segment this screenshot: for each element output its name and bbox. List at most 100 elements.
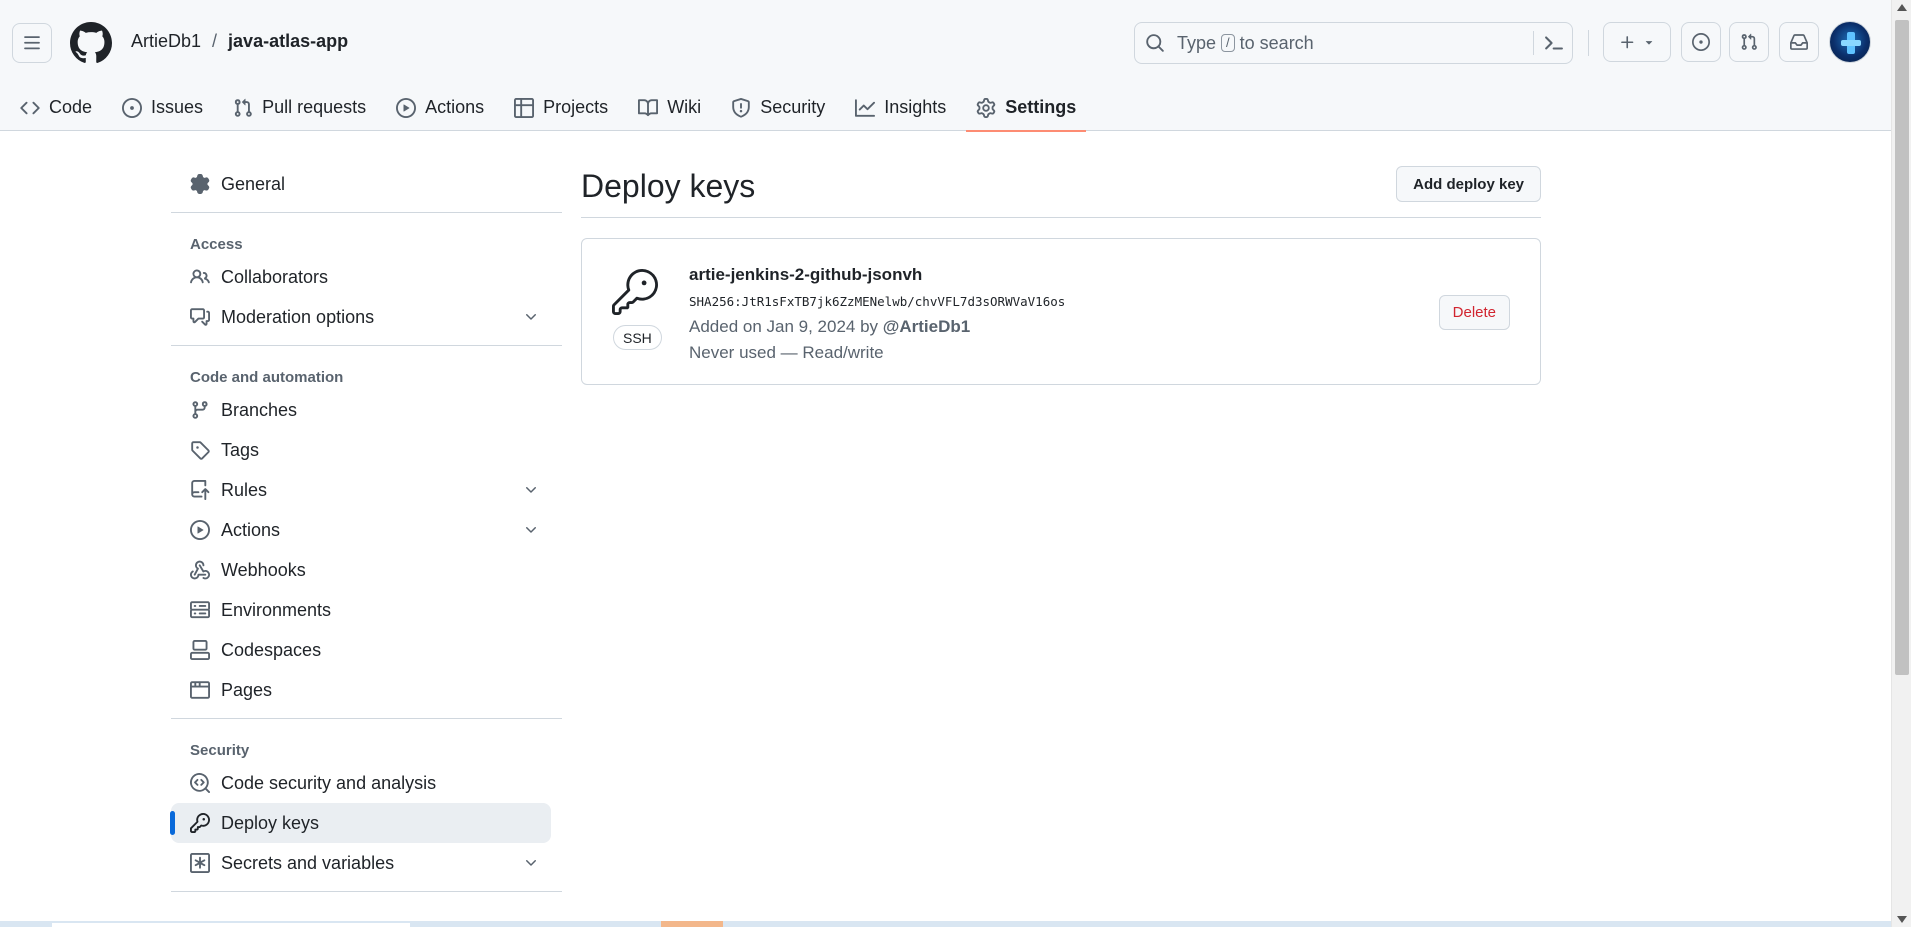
sidebar-item-rules[interactable]: Rules	[171, 470, 551, 510]
command-palette-icon[interactable]	[1543, 33, 1565, 55]
gear-icon	[190, 174, 210, 194]
search-shortcut-key: /	[1221, 34, 1235, 52]
repo-tabs: Code Issues Pull requests Actions Projec…	[0, 84, 1087, 132]
search-icon	[1146, 34, 1164, 52]
tab-security[interactable]: Security	[721, 84, 835, 131]
sidebar-item-pages[interactable]: Pages	[171, 670, 551, 710]
scroll-down-arrow-icon[interactable]	[1897, 916, 1907, 923]
chevron-down-icon	[526, 527, 536, 533]
create-new-button[interactable]	[1603, 22, 1671, 62]
tag-icon	[191, 441, 210, 460]
pull-request-icon	[1741, 33, 1757, 50]
search-placeholder-suffix: to search	[1239, 32, 1314, 53]
tab-issues[interactable]: Issues	[112, 84, 213, 131]
github-logo-icon[interactable]	[70, 22, 112, 64]
notifications-button[interactable]	[1779, 22, 1819, 62]
comment-discussion-icon	[190, 308, 210, 326]
sidebar-item-webhooks[interactable]: Webhooks	[171, 550, 551, 590]
chevron-down-icon	[526, 860, 536, 866]
repo-name-link[interactable]: java-atlas-app	[228, 31, 348, 52]
sidebar-item-label: Secrets and variables	[221, 852, 395, 873]
tab-pull-requests[interactable]: Pull requests	[223, 84, 376, 131]
search-input[interactable]: Type / to search	[1134, 22, 1573, 64]
avatar-shape	[1841, 40, 1861, 46]
codespaces-icon	[190, 640, 210, 660]
sidebar-item-deploy-keys[interactable]: Deploy keys	[170, 803, 551, 843]
sidebar-item-label: Pages	[221, 679, 273, 700]
sidebar-divider	[171, 891, 562, 892]
plus-icon	[1620, 35, 1633, 48]
key-icon	[612, 269, 658, 315]
sidebar-item-actions[interactable]: Actions	[171, 510, 551, 550]
scrollbar-thumb[interactable]	[1895, 20, 1909, 675]
global-topbar: ArtieDb1 / java-atlas-app Type / to sear…	[0, 0, 1891, 84]
delete-key-button[interactable]: Delete	[1438, 295, 1510, 330]
play-icon	[396, 97, 417, 118]
repo-owner-link[interactable]: ArtieDb1	[131, 31, 201, 52]
tab-settings[interactable]: Settings	[966, 84, 1087, 132]
sidebar-item-codespaces[interactable]: Codespaces	[171, 630, 551, 670]
taskbar-segment	[52, 923, 410, 927]
inbox-icon	[1790, 34, 1808, 50]
tab-insights[interactable]: Insights	[845, 84, 956, 131]
open-menu-button[interactable]	[12, 23, 52, 63]
ssh-badge: SSH	[613, 325, 662, 350]
tab-code[interactable]: Code	[10, 84, 102, 131]
sidebar-item-environments[interactable]: Environments	[171, 590, 551, 630]
bottom-taskbar-strip	[0, 921, 1891, 927]
sidebar-heading-access: Access	[190, 236, 243, 253]
sidebar-item-moderation-options[interactable]: Moderation options	[171, 297, 551, 337]
tab-label: Projects	[543, 97, 609, 117]
sidebar-item-collaborators[interactable]: Collaborators	[171, 257, 551, 297]
git-branch-icon	[192, 401, 208, 419]
chevron-down-icon	[526, 487, 536, 493]
add-deploy-key-button[interactable]: Add deploy key	[1396, 166, 1541, 202]
sidebar-heading-code-automation: Code and automation	[190, 369, 344, 386]
search-divider	[1533, 31, 1534, 55]
issue-icon	[122, 97, 143, 118]
deploy-key-added-by-link[interactable]: @ArtieDb1	[883, 317, 970, 336]
settings-sidebar: General Access Collaborators Moderation …	[170, 164, 562, 902]
sidebar-item-label: Deploy keys	[221, 812, 320, 833]
sidebar-item-general[interactable]: General	[171, 164, 551, 204]
tab-label: Issues	[151, 97, 204, 117]
shield-icon	[732, 97, 750, 118]
tab-wiki[interactable]: Wiki	[628, 84, 711, 131]
sidebar-item-tags[interactable]: Tags	[171, 430, 551, 470]
scroll-up-arrow-icon[interactable]	[1897, 4, 1907, 11]
asterisk-square-icon	[190, 853, 210, 873]
user-avatar[interactable]	[1829, 21, 1871, 63]
book-icon	[638, 98, 659, 116]
sidebar-divider	[171, 718, 562, 719]
sidebar-item-label: Webhooks	[221, 559, 306, 580]
repo-header: ArtieDb1 / java-atlas-app Type / to sear…	[0, 0, 1891, 132]
deploy-key-fingerprint: SHA256:JtR1sFxTB7jk6ZzMENelwb/chvVFL7d3s…	[689, 294, 1066, 309]
pull-request-icon	[234, 98, 252, 117]
sidebar-item-label: Code security and analysis	[221, 772, 437, 793]
your-pull-requests-button[interactable]	[1729, 22, 1769, 62]
page-title: Deploy keys	[581, 168, 756, 204]
your-issues-button[interactable]	[1681, 22, 1721, 62]
tab-actions[interactable]: Actions	[386, 84, 494, 131]
server-icon	[190, 601, 210, 619]
sidebar-item-label: Actions	[221, 519, 281, 540]
tab-projects[interactable]: Projects	[504, 84, 618, 131]
browser-icon	[190, 681, 210, 699]
sidebar-item-code-security[interactable]: Code security and analysis	[171, 763, 551, 803]
chevron-down-icon	[526, 314, 536, 320]
tab-label: Pull requests	[262, 97, 367, 117]
deploy-key-usage: Never used — Read/write	[689, 343, 884, 362]
page-scrollbar[interactable]	[1891, 0, 1911, 927]
tab-label: Insights	[884, 97, 947, 117]
sidebar-item-label: Branches	[221, 399, 298, 420]
tab-label: Actions	[425, 97, 485, 117]
sidebar-item-label: Rules	[221, 479, 268, 500]
tab-label: Code	[49, 97, 93, 117]
sidebar-divider	[171, 345, 562, 346]
code-icon	[20, 101, 40, 114]
sidebar-item-secrets-variables[interactable]: Secrets and variables	[171, 843, 551, 883]
sidebar-item-branches[interactable]: Branches	[171, 390, 551, 430]
tab-label: Wiki	[667, 97, 702, 117]
webhook-icon	[190, 560, 210, 580]
breadcrumb-separator: /	[212, 31, 218, 51]
